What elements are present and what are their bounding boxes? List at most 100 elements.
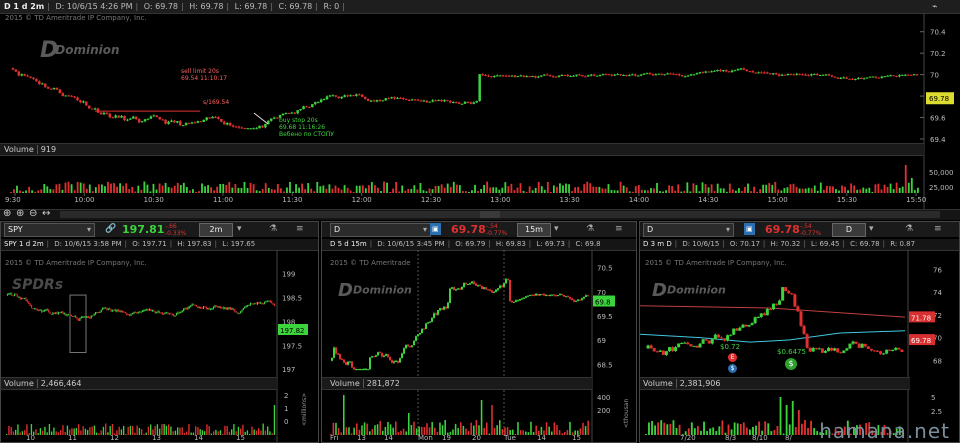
- candle-body: [577, 299, 579, 301]
- candle-body: [396, 97, 399, 99]
- volume-bar: [110, 183, 112, 193]
- volume-bar: [907, 182, 910, 193]
- studies-flask-icon[interactable]: ⚗: [269, 223, 277, 235]
- scroll-thumb[interactable]: [480, 211, 500, 218]
- candle-body: [173, 314, 175, 317]
- studies-flask-icon[interactable]: ⚗: [586, 223, 594, 235]
- dropdown-icon[interactable]: ▾: [87, 224, 91, 236]
- spy-timeframe[interactable]: 2m: [199, 223, 233, 237]
- volume-bar: [46, 432, 48, 435]
- volume-tick-label: 200: [597, 407, 610, 415]
- zoom-out-icon[interactable]: ⊖: [29, 208, 37, 219]
- split-icon[interactable]: $: [728, 364, 737, 373]
- candle-body: [181, 311, 183, 313]
- volume-bar: [253, 429, 255, 435]
- volume-bar: [789, 184, 792, 193]
- candle-body: [735, 328, 739, 331]
- top-scrollbar[interactable]: [60, 211, 940, 218]
- d15-price-chart[interactable]: 70.57069.56968.569.8400200 <thousanFri 13 1…: [322, 250, 636, 443]
- candle-body: [290, 112, 294, 114]
- candle-body: [481, 286, 483, 289]
- volume-bar: [371, 428, 374, 435]
- volume-bar: [660, 420, 663, 435]
- candle-body: [443, 306, 445, 310]
- candle-body: [762, 313, 766, 316]
- candle-body: [156, 311, 158, 314]
- news-icon[interactable]: ▣: [744, 223, 755, 235]
- volume-bar: [52, 189, 55, 193]
- top-price-chart[interactable]: 70.470.27069.869.669.49:3010:0010:3011:0…: [0, 13, 960, 209]
- x-tick-label: 14: [194, 434, 203, 442]
- volume-bar: [543, 189, 546, 193]
- zoom-in-icon[interactable]: ⊕: [16, 208, 24, 219]
- volume-bar: [488, 433, 491, 435]
- candle-body: [784, 287, 788, 292]
- candle-body: [498, 75, 502, 77]
- candle-body: [912, 74, 916, 76]
- volume-bar: [756, 191, 759, 193]
- candle-body: [759, 313, 763, 318]
- candle-body: [745, 69, 749, 72]
- volume-bar: [364, 188, 367, 193]
- candle-body: [136, 312, 138, 314]
- candle-body: [886, 75, 889, 77]
- menu-icon[interactable]: ≡: [296, 223, 304, 235]
- candle-body: [76, 317, 78, 319]
- style-icon[interactable]: ⌁: [932, 2, 937, 12]
- candle-body: [437, 310, 439, 315]
- candle-body: [281, 113, 285, 116]
- candle-body: [385, 354, 387, 356]
- volume-bar: [877, 183, 880, 193]
- spy-symbol-input[interactable]: SPY ▾: [4, 223, 95, 237]
- candle-body: [22, 297, 24, 299]
- candle-body: [255, 303, 257, 305]
- link-icon[interactable]: 🔗: [105, 223, 116, 235]
- x-tick-label: 11:30: [282, 196, 302, 204]
- candle-body: [516, 76, 520, 78]
- d3m-symbol-input[interactable]: D ▾: [643, 223, 734, 237]
- timeframe-dropdown-icon[interactable]: ▾: [237, 223, 242, 235]
- volume-bar: [868, 187, 871, 193]
- candle-body: [419, 100, 423, 102]
- timeframe-dropdown-icon[interactable]: ▾: [554, 223, 559, 235]
- volume-bar: [531, 190, 534, 193]
- d15-symbol-input[interactable]: D ▾: [330, 223, 431, 237]
- volume-bar: [141, 429, 143, 435]
- menu-icon[interactable]: ≡: [934, 223, 942, 235]
- candle-body: [237, 126, 241, 128]
- news-icon[interactable]: ▣: [430, 223, 441, 235]
- volume-bar: [522, 430, 524, 435]
- candle-body: [636, 75, 640, 77]
- timeframe-dropdown-icon[interactable]: ▾: [869, 223, 874, 235]
- volume-bar: [776, 426, 779, 435]
- candle-body: [860, 343, 864, 348]
- candle-body: [340, 96, 343, 99]
- d15-timeframe[interactable]: 15m: [517, 223, 551, 237]
- spy-price: 197.81: [119, 223, 168, 237]
- candle-body: [459, 288, 461, 290]
- dropdown-icon[interactable]: ▾: [726, 224, 730, 236]
- candle-body: [167, 312, 169, 315]
- d3m-timeframe[interactable]: D: [832, 223, 866, 237]
- spy-price-chart[interactable]: 199198.5198197.5197197.82210 <millions>10…: [1, 250, 318, 443]
- dropdown-icon[interactable]: ▾: [423, 224, 427, 236]
- volume-bar: [87, 429, 89, 435]
- dividend-icon[interactable]: $: [785, 358, 797, 370]
- earnings-icon[interactable]: E: [728, 353, 737, 362]
- volume-bar: [728, 183, 731, 193]
- studies-flask-icon[interactable]: ⚗: [905, 223, 913, 235]
- candle-body: [379, 352, 381, 354]
- menu-icon[interactable]: ≡: [615, 223, 623, 235]
- candle-body: [559, 294, 561, 296]
- candle-body: [95, 313, 97, 315]
- d3m-price-chart[interactable]: 767472706871.7869.7852.57/20 8/3 8/10 8/: [640, 250, 959, 443]
- volume-bar: [213, 190, 216, 193]
- candle-body: [725, 70, 728, 72]
- volume-bar: [397, 432, 400, 435]
- candle-body: [836, 77, 840, 79]
- pan-icon[interactable]: ↔: [42, 208, 50, 219]
- x-tick-label: 15: [572, 434, 581, 442]
- top-symbol[interactable]: D 1 d 2m: [4, 2, 44, 11]
- crosshair-icon[interactable]: ⊕: [3, 208, 11, 219]
- volume-bar: [283, 191, 285, 193]
